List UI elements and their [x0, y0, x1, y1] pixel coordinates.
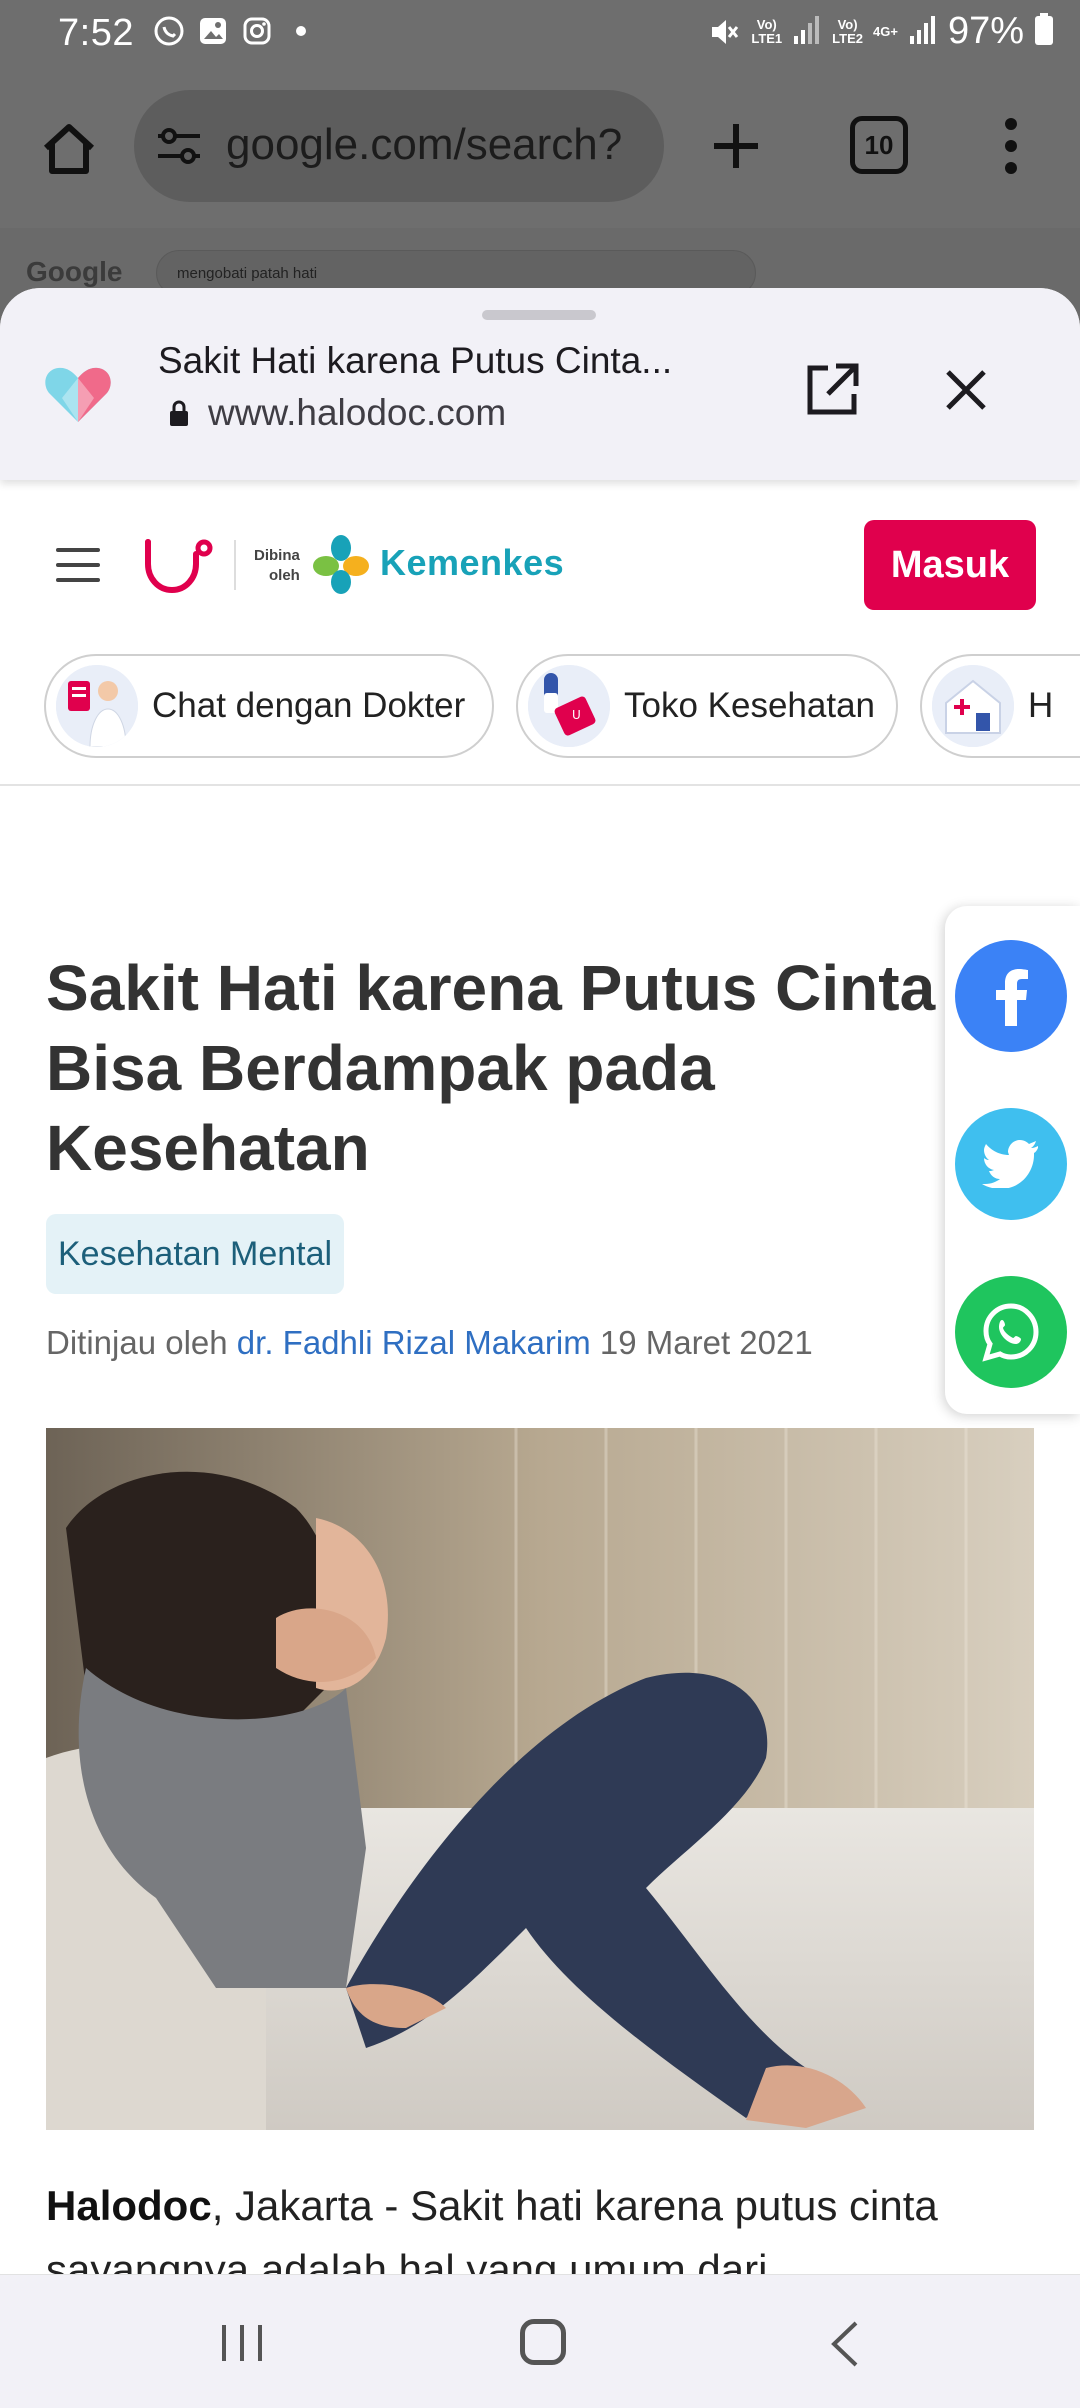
hospital-illustration-icon [932, 665, 1014, 747]
sim1-volte-label: Vo) LTE1 [751, 16, 783, 46]
home-button[interactable] [38, 118, 100, 180]
google-logo: Google [26, 256, 123, 287]
system-back-button[interactable] [826, 2319, 866, 2369]
article-hero-image [46, 1428, 1034, 2130]
system-home-button[interactable] [520, 2319, 566, 2365]
sim1-signal-icon [792, 12, 822, 51]
status-time: 7:52 [58, 12, 134, 54]
back-chevron-icon [831, 2321, 858, 2367]
url-text: google.com/search? [226, 120, 623, 169]
sheet-domain: www.halodoc.com [168, 392, 506, 434]
health-store-pill[interactable]: U Toko Kesehatan [516, 654, 898, 758]
whatsapp-icon [982, 1303, 1039, 1362]
sim2-signal-icon [908, 12, 938, 51]
browser-menu-button[interactable] [996, 114, 1026, 178]
doctor-link[interactable]: dr. Fadhli Rizal Makarim [237, 1324, 591, 1361]
more-vert-icon [1005, 118, 1017, 174]
reviewed-by-label: Ditinjau oleh [46, 1324, 228, 1361]
open-in-new-tab-button[interactable] [800, 358, 864, 422]
new-tab-button[interactable] [706, 116, 766, 176]
drag-handle[interactable] [482, 310, 596, 320]
home-icon [43, 124, 95, 174]
domain-text: www.halodoc.com [208, 392, 507, 433]
sheet-header: Sakit Hati karena Putus Cinta... www.hal… [0, 288, 1080, 480]
sim2-volte-label: Vo) LTE2 [832, 16, 863, 46]
site-settings-icon[interactable] [156, 126, 202, 166]
share-facebook-button[interactable] [955, 940, 1067, 1052]
twitter-icon [982, 1140, 1038, 1188]
whatsapp-notification-icon [152, 14, 186, 48]
hamburger-menu-button[interactable] [56, 548, 100, 588]
status-bar: 7:52 Vo) LTE1 Vo) LTE2 4G+ 97% [0, 0, 1080, 68]
header-divider [0, 784, 1080, 786]
login-button[interactable]: Masuk [864, 520, 1036, 610]
tab-switcher-button[interactable]: 10 [850, 116, 908, 174]
battery-icon [1034, 12, 1054, 51]
share-whatsapp-button[interactable] [955, 1276, 1067, 1388]
facebook-icon [996, 969, 1028, 1026]
category-tag[interactable]: Kesehatan Mental [46, 1214, 345, 1294]
more-notifications-dot-icon [284, 14, 318, 48]
lead-source: Halodoc [46, 2182, 212, 2229]
lock-icon [170, 400, 188, 426]
notification-icons [152, 14, 318, 48]
browser-toolbar: google.com/search? 10 [0, 68, 1080, 228]
open-in-new-icon [807, 363, 859, 415]
doctor-illustration-icon [56, 665, 138, 747]
chat-doctor-pill[interactable]: Chat dengan Dokter [44, 654, 494, 758]
address-bar[interactable]: google.com/search? [134, 90, 664, 202]
gallery-notification-icon [196, 14, 230, 48]
svg-text:U: U [572, 708, 581, 722]
plus-icon [714, 124, 758, 168]
pill-label: H [1028, 686, 1054, 725]
share-sidebar [945, 906, 1080, 1414]
halodoc-heart-icon [45, 367, 111, 422]
pill-label: Chat dengan Dokter [152, 686, 466, 725]
logo-separator [234, 540, 236, 590]
kemenkes-wordmark: Kemenkes [380, 542, 565, 583]
recent-apps-button[interactable] [220, 2323, 264, 2363]
hospital-pill[interactable]: H [920, 654, 1080, 758]
recent-apps-icon [222, 2325, 262, 2361]
halodoc-logo-icon[interactable] [142, 536, 214, 600]
pharmacy-illustration-icon: U [528, 665, 610, 747]
system-navigation-bar [0, 2274, 1080, 2408]
article-byline: Ditinjau oleh dr. Fadhli Rizal Makarim 1… [46, 1324, 813, 1362]
system-status-icons: Vo) LTE1 Vo) LTE2 4G+ 97% [707, 10, 1054, 53]
sheet-page-title: Sakit Hati karena Putus Cinta... [158, 340, 673, 381]
article-date: 19 Maret 2021 [599, 1324, 813, 1361]
dibina-oleh-label: Dibina oleh [254, 547, 300, 584]
share-twitter-button[interactable] [955, 1108, 1067, 1220]
article-headline: Sakit Hati karena Putus Cinta Bisa Berda… [46, 952, 936, 1184]
pill-label: Toko Kesehatan [624, 686, 876, 725]
network-type-label: 4G+ [873, 23, 898, 39]
kemenkes-logo-icon [313, 535, 369, 594]
service-shortcuts: Chat dengan Dokter U Toko Kesehatan H [0, 654, 1080, 762]
close-sheet-button[interactable] [936, 360, 996, 420]
mute-icon [707, 15, 741, 49]
instagram-notification-icon [240, 14, 274, 48]
close-icon [946, 370, 986, 410]
battery-percent: 97% [947, 10, 1024, 52]
